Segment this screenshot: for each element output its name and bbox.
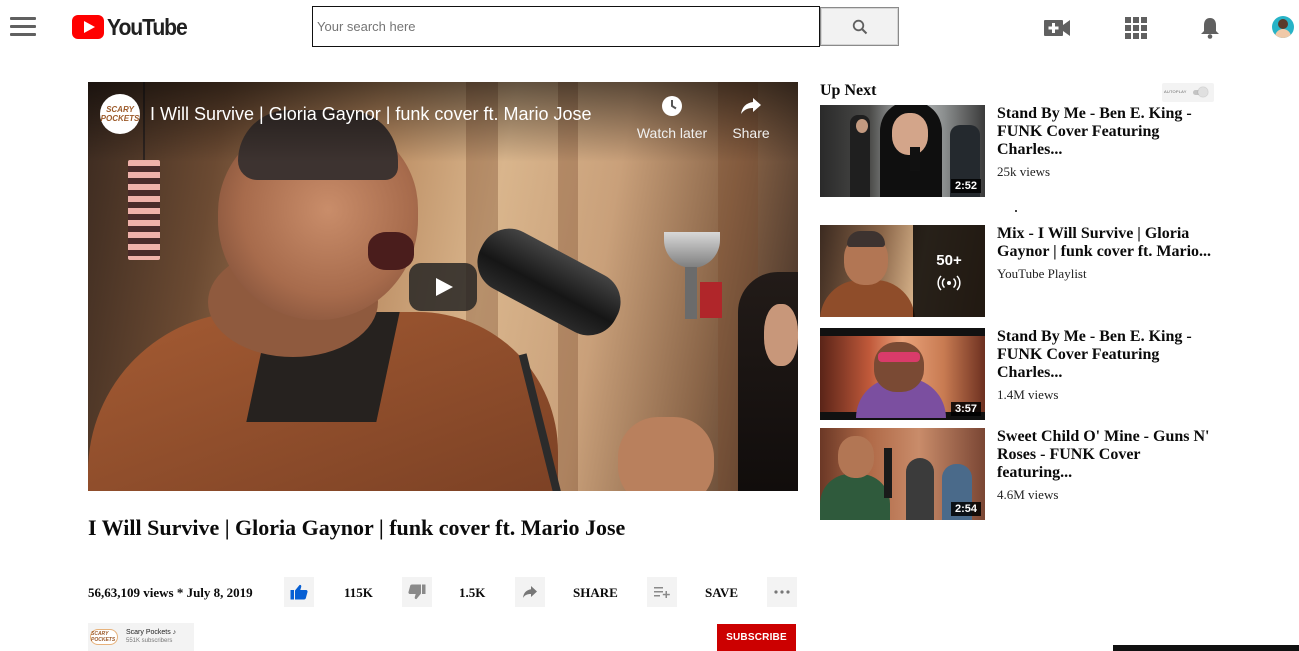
create-video-button[interactable] [1043, 14, 1071, 42]
share-button[interactable]: SHARE [573, 585, 618, 601]
youtube-logo[interactable]: YouTube [72, 14, 194, 40]
video-thumbnail[interactable]: 2:52 [820, 105, 985, 197]
playlist-add-icon [654, 587, 670, 598]
dislike-count: 1.5K [459, 585, 486, 600]
background-person [738, 272, 798, 491]
search-button[interactable] [820, 7, 899, 46]
thumbs-down-icon [408, 584, 426, 600]
thumbnail-glasses [878, 352, 920, 362]
red-box [700, 282, 722, 318]
up-next-title[interactable]: Mix - I Will Survive | Gloria Gaynor | f… [997, 225, 1219, 261]
thumbs-up-icon [290, 584, 308, 600]
play-button[interactable] [409, 263, 477, 311]
pendant-lamp [128, 160, 160, 260]
more-horizontal-icon [774, 590, 790, 594]
up-next-title[interactable]: Stand By Me - Ben E. King - FUNK Cover F… [997, 328, 1219, 382]
autoplay-toggle[interactable]: AUTOPLAY [1162, 83, 1214, 102]
apps-grid-icon [1125, 17, 1147, 39]
thumbnail-mic [910, 147, 920, 171]
channel-bubble-text: SCARY POCKETS [100, 105, 140, 123]
playlist-overlay: 50+ [913, 225, 985, 317]
top-bar: YouTube [0, 0, 1299, 56]
share-overlay-label: Share [732, 125, 770, 141]
singer-mouth [368, 232, 414, 270]
youtube-logo-icon [72, 15, 104, 39]
thumbnail-face [874, 342, 924, 392]
up-next-heading: Up Next [820, 82, 877, 99]
video-thumbnail[interactable]: 2:54 [820, 428, 985, 520]
video-thumbnail[interactable]: 3:57 [820, 328, 985, 420]
up-next-views: 25k views [997, 164, 1051, 179]
thumbnail-face [838, 436, 874, 478]
video-duration: 2:54 [950, 502, 981, 516]
like-button[interactable] [284, 577, 314, 607]
channel-owner[interactable]: SCARY POCKETS Scary Pockets ♪ 551K subsc… [88, 623, 194, 651]
wall-sconce-base [685, 267, 697, 319]
watch-later-label: Watch later [636, 125, 708, 141]
subscriber-count: 551K subscribers [126, 638, 173, 644]
channel-text: Scary Pockets ♪ 551K subscribers [126, 628, 176, 646]
video-thumbnail[interactable]: 50+ [820, 225, 985, 317]
channel-name[interactable]: Scary Pockets ♪ [126, 628, 176, 637]
radio-broadcast-icon [937, 274, 961, 291]
more-actions-button[interactable] [767, 577, 797, 607]
channel-logo: SCARY POCKETS [90, 629, 118, 645]
autoplay-toggle-knob[interactable] [1198, 87, 1208, 97]
dislike-button[interactable] [402, 577, 432, 607]
thumbnail-mic [884, 448, 892, 498]
share-icon [523, 586, 537, 598]
up-next-views: 4.6M views [997, 487, 1059, 502]
singer-hand [618, 417, 714, 491]
up-next-title[interactable]: Sweet Child O' Mine - Guns N' Roses - FU… [997, 428, 1219, 482]
avatar[interactable] [1272, 16, 1294, 38]
like-count: 115K [344, 585, 373, 600]
up-next-item[interactable]: 2:54 Sweet Child O' Mine - Guns N' Roses… [820, 428, 1220, 520]
menu-icon[interactable] [10, 17, 36, 37]
video-title: I Will Survive | Gloria Gaynor | funk co… [88, 515, 626, 540]
bell-icon [1201, 18, 1219, 39]
up-next-title[interactable]: Stand By Me - Ben E. King - FUNK Cover F… [997, 105, 1219, 159]
share-icon-button[interactable] [515, 577, 545, 607]
up-next-views: 1.4M views [997, 387, 1059, 402]
search-icon [852, 19, 867, 34]
thumbnail-hair [847, 231, 885, 247]
background-person-face [764, 304, 798, 366]
logo-text: YouTube [107, 13, 188, 40]
view-count-date: 56,63,109 views * July 8, 2019 [88, 585, 253, 600]
thumbnail-figure [906, 458, 934, 520]
notifications-button[interactable] [1196, 14, 1224, 42]
clock-icon [662, 96, 682, 116]
subscribe-button[interactable]: SUBSCRIBE [717, 624, 796, 651]
thumbnail-figure [820, 474, 890, 520]
thumbnail-figure [856, 119, 868, 133]
video-duration: 3:57 [950, 402, 981, 416]
watch-later-button[interactable]: Watch later [633, 94, 711, 141]
video-duration: 2:52 [950, 179, 981, 193]
video-camera-add-icon [1044, 20, 1070, 36]
apps-button[interactable] [1122, 14, 1150, 42]
divider-dot [1015, 210, 1017, 212]
autoplay-label: AUTOPLAY [1164, 89, 1187, 94]
share-arrow-icon [741, 98, 761, 114]
share-overlay-button[interactable]: Share [712, 94, 790, 141]
thumbnail-figure [820, 280, 915, 317]
up-next-item[interactable]: 2:52 Stand By Me - Ben E. King - FUNK Co… [820, 105, 1220, 197]
up-next-item[interactable]: 50+ Mix - I Will Survive | Gloria Gaynor… [820, 225, 1220, 317]
save-button[interactable]: SAVE [705, 585, 738, 601]
bottom-edge-bar [1113, 645, 1299, 651]
thumbnail-letterbox [820, 328, 985, 336]
search-input[interactable] [312, 6, 820, 47]
save-icon-button[interactable] [647, 577, 677, 607]
up-next-item[interactable]: 3:57 Stand By Me - Ben E. King - FUNK Co… [820, 328, 1220, 420]
channel-avatar-bubble[interactable]: SCARY POCKETS [100, 94, 140, 134]
wall-sconce [664, 232, 720, 268]
player-title[interactable]: I Will Survive | Gloria Gaynor | funk co… [150, 104, 591, 125]
playlist-count: 50+ [936, 251, 962, 269]
up-next-playlist-label: YouTube Playlist [997, 266, 1087, 281]
video-player[interactable]: SCARY POCKETS I Will Survive | Gloria Ga… [88, 82, 798, 491]
